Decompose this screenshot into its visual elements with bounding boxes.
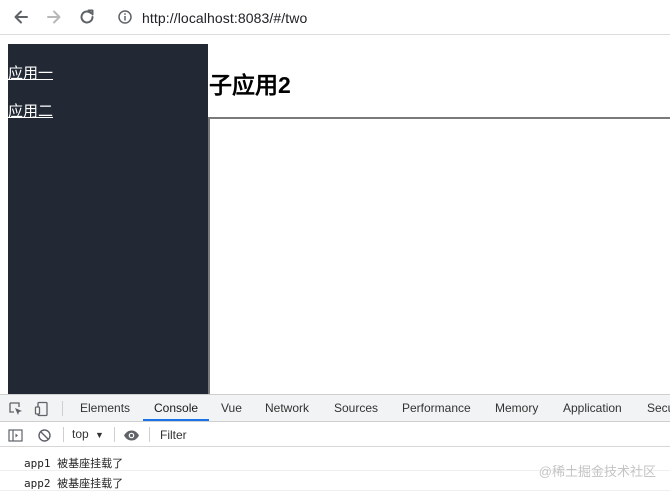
tab-memory[interactable]: Memory bbox=[495, 401, 538, 415]
context-select-value: top bbox=[72, 427, 89, 441]
console-toolbar: top ▼ bbox=[0, 423, 670, 447]
eye-icon[interactable] bbox=[122, 426, 140, 444]
address-bar[interactable]: http://localhost:8083/#/two bbox=[112, 3, 670, 31]
tab-console[interactable]: Console bbox=[154, 401, 198, 415]
inspect-element-icon[interactable] bbox=[7, 400, 25, 418]
subapp-container bbox=[208, 117, 670, 394]
arrow-right-icon[interactable] bbox=[43, 6, 65, 28]
sidebar-link-app2[interactable]: 应用二 bbox=[8, 100, 53, 121]
toolbar-divider bbox=[62, 401, 63, 416]
browser-toolbar: http://localhost:8083/#/two bbox=[0, 0, 670, 35]
url-text[interactable]: http://localhost:8083/#/two bbox=[142, 10, 307, 26]
tab-network[interactable]: Network bbox=[265, 401, 309, 415]
toolbar-divider bbox=[114, 427, 115, 442]
sidebar: 应用一 应用二 bbox=[8, 44, 208, 394]
console-log-text: app2 被基座挂载了 bbox=[24, 477, 124, 490]
tab-application[interactable]: Application bbox=[563, 401, 622, 415]
watermark: @稀土掘金技术社区 bbox=[538, 464, 656, 479]
chevron-down-icon: ▼ bbox=[95, 430, 104, 440]
devtools-tabbar: Elements Console Vue Network Sources Per… bbox=[0, 395, 670, 422]
context-select[interactable]: top ▼ bbox=[72, 427, 104, 441]
page-viewport: 应用一 应用二 子应用2 bbox=[0, 36, 670, 394]
arrow-left-icon[interactable] bbox=[10, 6, 32, 28]
active-tab-indicator bbox=[143, 419, 209, 421]
tab-elements[interactable]: Elements bbox=[80, 401, 130, 415]
page-title: 子应用2 bbox=[209, 72, 291, 98]
console-log-text: app1 被基座挂载了 bbox=[24, 457, 124, 470]
filter-input[interactable] bbox=[156, 425, 666, 444]
reload-icon[interactable] bbox=[76, 6, 98, 28]
sidebar-toggle-icon[interactable] bbox=[6, 426, 24, 444]
sidebar-link-app1[interactable]: 应用一 bbox=[8, 62, 53, 83]
clear-console-icon[interactable] bbox=[35, 426, 53, 444]
tab-vue[interactable]: Vue bbox=[221, 401, 242, 415]
tab-sources[interactable]: Sources bbox=[334, 401, 378, 415]
devtools-panel: Elements Console Vue Network Sources Per… bbox=[0, 394, 670, 494]
info-icon[interactable] bbox=[118, 10, 132, 24]
toolbar-divider bbox=[63, 427, 64, 442]
device-toolbar-icon[interactable] bbox=[33, 400, 51, 418]
tab-security[interactable]: Secu bbox=[647, 401, 670, 415]
toolbar-divider bbox=[149, 427, 150, 442]
tab-performance[interactable]: Performance bbox=[402, 401, 471, 415]
